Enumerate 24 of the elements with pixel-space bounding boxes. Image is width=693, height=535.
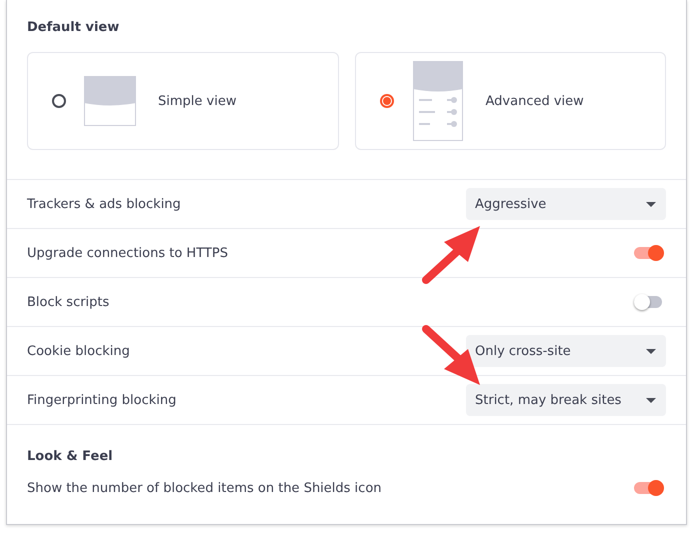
simple-layout-icon [84, 76, 136, 126]
section-heading: Default view [26, 19, 120, 35]
setting-label: Upgrade connections to HTTPS [27, 246, 228, 260]
toggle-switch[interactable] [634, 294, 664, 310]
dropdown[interactable]: Aggressive [466, 188, 666, 220]
arrow [422, 226, 480, 284]
toggle-switch[interactable] [634, 480, 664, 496]
radio-button[interactable] [52, 94, 66, 108]
setting-label: Show the number of blocked items on the Shields icon [27, 480, 382, 496]
setting-label: Cookie blocking [27, 344, 130, 358]
view-label: Advanced view [486, 94, 584, 108]
view-label: Simple view [158, 94, 236, 108]
dropdown[interactable]: Only cross-site [466, 335, 666, 367]
advanced-layout-icon [412, 61, 462, 141]
setting-label: Fingerprinting blocking [27, 392, 176, 408]
setting-label: Trackers & ads blocking [27, 196, 181, 212]
section-heading: Look & Feel [26, 448, 114, 464]
toggle-switch[interactable] [634, 245, 664, 261]
caret-icon [646, 348, 656, 354]
caret-icon [646, 398, 656, 402]
dropdown[interactable]: Strict, may break sites [466, 384, 666, 416]
radio-button[interactable] [380, 94, 394, 108]
caret-icon [646, 202, 656, 206]
setting-label: Block scripts [27, 294, 110, 310]
